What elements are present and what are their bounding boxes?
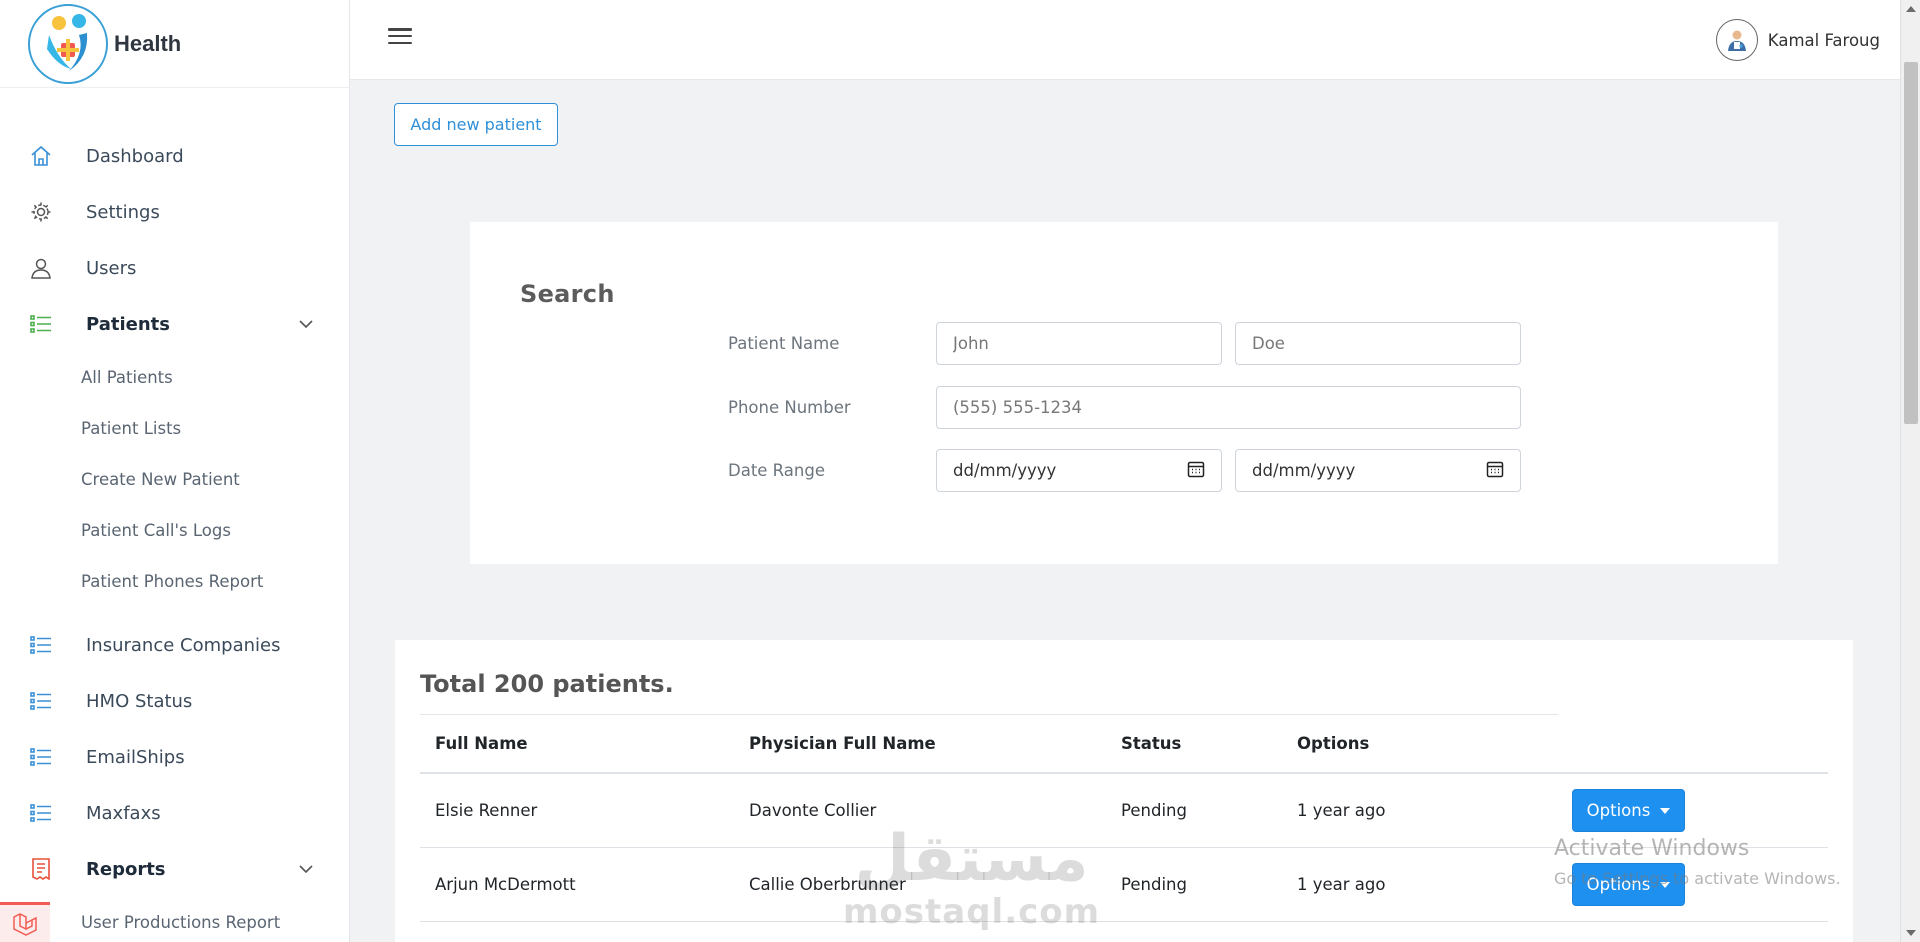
- sidebar-item-reports[interactable]: Reports: [0, 841, 349, 897]
- report-icon: [28, 856, 54, 882]
- calendar-icon[interactable]: [1486, 460, 1504, 482]
- date-range-label: Date Range: [728, 461, 825, 480]
- cell-time: 1 year ago: [1297, 801, 1386, 820]
- brand[interactable]: Health: [0, 0, 349, 88]
- mostaql-watermark: مستقل mostaql.com: [843, 826, 1100, 932]
- page-scrollbar[interactable]: [1900, 0, 1920, 942]
- sidebar-item-label: Patients: [86, 313, 170, 335]
- total-patients: Total 200 patients.: [420, 670, 674, 698]
- sidebar-item-label: Dashboard: [86, 145, 184, 167]
- activate-windows-notice: Activate Windows Go to Settings to activ…: [1554, 836, 1841, 888]
- list-icon: [28, 632, 54, 658]
- user-name: Kamal Faroug: [1767, 30, 1880, 50]
- scroll-up-arrow-icon[interactable]: [1906, 6, 1916, 12]
- sidebar-item-hmo-status[interactable]: HMO Status: [0, 673, 349, 729]
- table-header: Full Name Physician Full Name Status Opt…: [420, 715, 1828, 774]
- sidebar-item-label: Reports: [86, 858, 166, 880]
- sidebar-subitem-patient-call-logs[interactable]: Patient Call's Logs: [0, 505, 349, 556]
- sidebar-nav: Dashboard Settings Users Patients All Pa…: [0, 88, 349, 942]
- patient-name-row: Patient Name: [728, 322, 1521, 365]
- sidebar-item-label: Insurance Companies: [86, 634, 281, 656]
- list-icon: [28, 311, 54, 337]
- cell-time: 1 year ago: [1297, 875, 1386, 894]
- health-logo-icon: [28, 3, 108, 84]
- list-icon: [28, 800, 54, 826]
- phone-number-input[interactable]: [936, 386, 1521, 429]
- sidebar-item-patients[interactable]: Patients: [0, 296, 349, 352]
- date-to-input[interactable]: dd/mm/yyyy: [1235, 449, 1521, 492]
- activate-windows-subtitle: Go to Settings to activate Windows.: [1554, 869, 1841, 888]
- cell-status: Pending: [1121, 801, 1187, 820]
- cell-status: Pending: [1121, 875, 1187, 894]
- sidebar-item-users[interactable]: Users: [0, 240, 349, 296]
- patients-submenu: All Patients Patient Lists Create New Pa…: [0, 352, 349, 607]
- search-title: Search: [520, 280, 615, 308]
- sidebar-subitem-all-patients[interactable]: All Patients: [0, 352, 349, 403]
- brand-name: Health: [114, 30, 182, 56]
- sidebar-subitem-create-new-patient[interactable]: Create New Patient: [0, 454, 349, 505]
- scroll-down-arrow-icon[interactable]: [1906, 930, 1916, 936]
- sidebar: Health Dashboard Settings Users Patients: [0, 0, 350, 942]
- user-menu[interactable]: Kamal Faroug: [1715, 19, 1880, 61]
- cell-full-name: Elsie Renner: [435, 801, 538, 820]
- gear-icon: [28, 199, 54, 225]
- chevron-down-icon: [299, 315, 313, 333]
- sidebar-subitem-user-productions-report[interactable]: User Productions Report: [0, 897, 349, 942]
- column-header-full-name: Full Name: [435, 734, 528, 753]
- caret-down-icon: [1660, 807, 1671, 814]
- activate-windows-title: Activate Windows: [1554, 836, 1750, 861]
- search-card: Search Patient Name Phone Number Date Ra…: [470, 222, 1778, 564]
- first-name-input[interactable]: [936, 322, 1222, 365]
- sidebar-item-maxfaxs[interactable]: Maxfaxs: [0, 785, 349, 841]
- date-to-value: dd/mm/yyyy: [1252, 461, 1356, 480]
- cell-physician: Davonte Collier: [749, 801, 877, 820]
- sidebar-item-label: Settings: [86, 201, 160, 223]
- sidebar-item-label: Users: [86, 257, 137, 279]
- avatar: [1715, 19, 1758, 61]
- date-from-input[interactable]: dd/mm/yyyy: [936, 449, 1222, 492]
- chevron-down-icon: [299, 860, 313, 878]
- user-icon: [28, 255, 54, 281]
- options-dropdown-button[interactable]: Options: [1572, 789, 1685, 832]
- watermark-arabic: مستقل: [854, 822, 1089, 896]
- options-button-label: Options: [1586, 801, 1651, 820]
- phone-number-label: Phone Number: [728, 398, 851, 417]
- top-bar: Kamal Faroug: [350, 0, 1900, 80]
- add-new-patient-button[interactable]: Add new patient: [394, 103, 558, 146]
- list-icon: [28, 744, 54, 770]
- calendar-icon[interactable]: [1187, 460, 1205, 482]
- sidebar-item-label: Maxfaxs: [86, 802, 161, 824]
- laravel-icon[interactable]: [0, 902, 50, 942]
- hamburger-menu-icon[interactable]: [388, 26, 412, 46]
- cell-full-name: Arjun McDermott: [435, 875, 576, 894]
- column-header-status: Status: [1121, 734, 1182, 753]
- date-from-value: dd/mm/yyyy: [953, 461, 1057, 480]
- scrollbar-thumb[interactable]: [1904, 62, 1918, 424]
- sidebar-item-insurance-companies[interactable]: Insurance Companies: [0, 617, 349, 673]
- sidebar-item-dashboard[interactable]: Dashboard: [0, 128, 349, 184]
- column-header-options: Options: [1297, 734, 1370, 753]
- sidebar-item-settings[interactable]: Settings: [0, 184, 349, 240]
- watermark-english: mostaql.com: [843, 892, 1101, 932]
- patient-name-label: Patient Name: [728, 334, 840, 353]
- sidebar-item-label: HMO Status: [86, 690, 193, 712]
- column-header-physician: Physician Full Name: [749, 734, 936, 753]
- date-range-row: Date Range dd/mm/yyyy dd/mm/yyyy: [728, 449, 1521, 492]
- sidebar-item-emailships[interactable]: EmailShips: [0, 729, 349, 785]
- patients-table-card: Total 200 patients. Full Name Physician …: [395, 640, 1853, 942]
- sidebar-subitem-patient-lists[interactable]: Patient Lists: [0, 403, 349, 454]
- last-name-input[interactable]: [1235, 322, 1521, 365]
- sidebar-item-label: EmailShips: [86, 746, 185, 768]
- sidebar-subitem-patient-phones-report[interactable]: Patient Phones Report: [0, 556, 349, 607]
- home-icon: [28, 143, 54, 169]
- list-icon: [28, 688, 54, 714]
- phone-row: Phone Number: [728, 386, 1521, 429]
